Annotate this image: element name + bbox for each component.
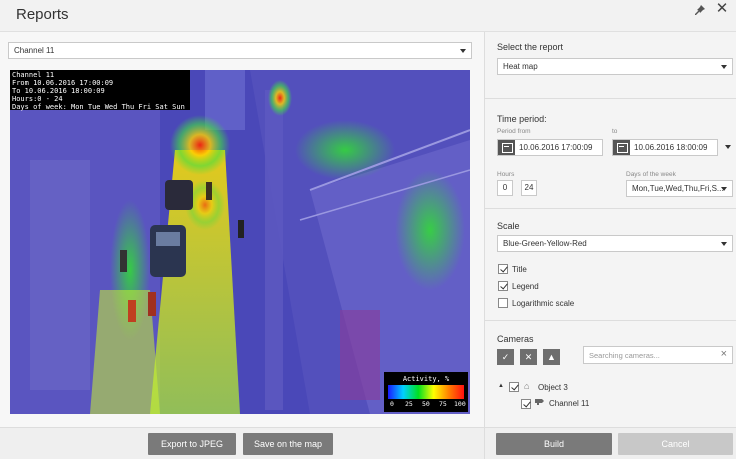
scale-select[interactable]: Blue-Green-Yellow-Red	[497, 235, 733, 252]
tree-collapse-icon[interactable]: ▲	[498, 383, 506, 389]
title-bar: Reports ✕	[0, 0, 736, 32]
camera-checkbox[interactable]	[521, 399, 531, 409]
divider	[485, 320, 736, 321]
close-icon[interactable]: ✕	[714, 1, 730, 17]
window-title: Reports	[16, 6, 69, 23]
osd-line: To 10.06.2016 18:00:09	[12, 87, 105, 95]
days-of-week-select[interactable]: Mon,Tue,Wed,Thu,Fri,S...	[626, 180, 733, 197]
export-jpeg-button[interactable]: Export to JPEG	[148, 433, 236, 455]
heatmap-image: Channel 11 From 10.06.2016 17:00:09 To 1…	[10, 70, 470, 414]
settings-actions: Build Cancel	[485, 427, 736, 459]
chevron-down-icon	[721, 242, 727, 246]
chevron-down-icon	[721, 65, 727, 69]
chevron-down-icon	[721, 187, 727, 191]
divider	[485, 98, 736, 99]
camera-icon	[535, 398, 545, 406]
legend-title: Activity, %	[402, 375, 450, 383]
preview-actions: Export to JPEG Save on the map	[0, 427, 484, 459]
scale-label: Scale	[497, 221, 520, 231]
calendar-icon[interactable]	[498, 140, 515, 155]
hours-label: Hours	[497, 171, 515, 178]
check-all-icon[interactable]: ✓	[497, 349, 514, 365]
channel-select-value: Channel 11	[14, 46, 55, 55]
divider	[485, 208, 736, 209]
time-period-label: Time period:	[497, 114, 547, 124]
chevron-down-icon	[460, 49, 466, 53]
cancel-button[interactable]: Cancel	[618, 433, 733, 455]
scale-select-value: Blue-Green-Yellow-Red	[503, 239, 587, 248]
collapse-icon[interactable]: ▲	[543, 349, 560, 365]
legend-gradient	[388, 385, 464, 399]
report-select-value: Heat map	[503, 62, 538, 71]
video-overlay-text: Channel 11 From 10.06.2016 17:00:09 To 1…	[10, 70, 190, 111]
days-of-week-label: Days of the week	[626, 171, 676, 178]
camera-search-placeholder: Searching cameras...	[589, 351, 660, 360]
pin-icon[interactable]	[694, 4, 706, 16]
calendar-icon[interactable]	[613, 140, 630, 155]
osd-line: Days of week: Mon Tue Wed Thu Fri Sat Su…	[12, 103, 185, 111]
hours-to-field[interactable]: 24	[521, 180, 537, 196]
hours-from-field[interactable]: 0	[497, 180, 513, 196]
logarithmic-scale-label: Logarithmic scale	[512, 299, 575, 308]
preview-panel: Channel 11 Channel 11 From 10.06.2016 17…	[0, 32, 484, 459]
logarithmic-scale-checkbox[interactable]	[498, 298, 508, 308]
osd-line: From 10.06.2016 17:00:09	[12, 79, 114, 87]
camera-search-input[interactable]: Searching cameras... ×	[583, 346, 733, 364]
save-on-map-button[interactable]: Save on the map	[243, 433, 333, 455]
days-of-week-value: Mon,Tue,Wed,Thu,Fri,S...	[632, 184, 724, 193]
legend-tick: 25	[405, 400, 413, 408]
period-from-label: Period from	[497, 128, 531, 135]
uncheck-all-icon[interactable]: ✕	[520, 349, 537, 365]
tree-object-label[interactable]: Object 3	[538, 383, 568, 392]
title-checkbox[interactable]	[498, 264, 508, 274]
tree-camera-label[interactable]: Channel 11	[549, 399, 589, 408]
legend-tick: 50	[422, 400, 430, 408]
legend-tick: 75	[439, 400, 447, 408]
select-report-label: Select the report	[497, 42, 564, 52]
heatmap-legend: Activity, % 0 25 50 75 100	[384, 372, 468, 412]
osd-line: Hours:0 - 24	[12, 95, 63, 103]
object-checkbox[interactable]	[509, 382, 519, 392]
legend-tick: 100	[454, 400, 466, 408]
legend-tick: 0	[390, 400, 394, 408]
period-to-label: to	[612, 128, 618, 135]
chevron-down-icon[interactable]	[725, 145, 731, 149]
period-from-value: 10.06.2016 17:00:09	[519, 143, 593, 152]
legend-checkbox-label: Legend	[512, 282, 539, 291]
period-to-value: 10.06.2016 18:00:09	[634, 143, 708, 152]
channel-select[interactable]: Channel 11	[8, 42, 472, 59]
clear-search-icon[interactable]: ×	[721, 348, 727, 360]
legend-checkbox[interactable]	[498, 281, 508, 291]
title-checkbox-label: Title	[512, 265, 527, 274]
osd-line: Channel 11	[12, 71, 55, 79]
report-select[interactable]: Heat map	[497, 58, 733, 75]
period-to-field[interactable]: 10.06.2016 18:00:09	[612, 139, 718, 156]
object-icon: ⌂	[524, 381, 530, 391]
build-button[interactable]: Build	[496, 433, 612, 455]
period-from-field[interactable]: 10.06.2016 17:00:09	[497, 139, 603, 156]
settings-panel: Select the report Heat map Time period: …	[484, 32, 736, 459]
cameras-label: Cameras	[497, 334, 534, 344]
